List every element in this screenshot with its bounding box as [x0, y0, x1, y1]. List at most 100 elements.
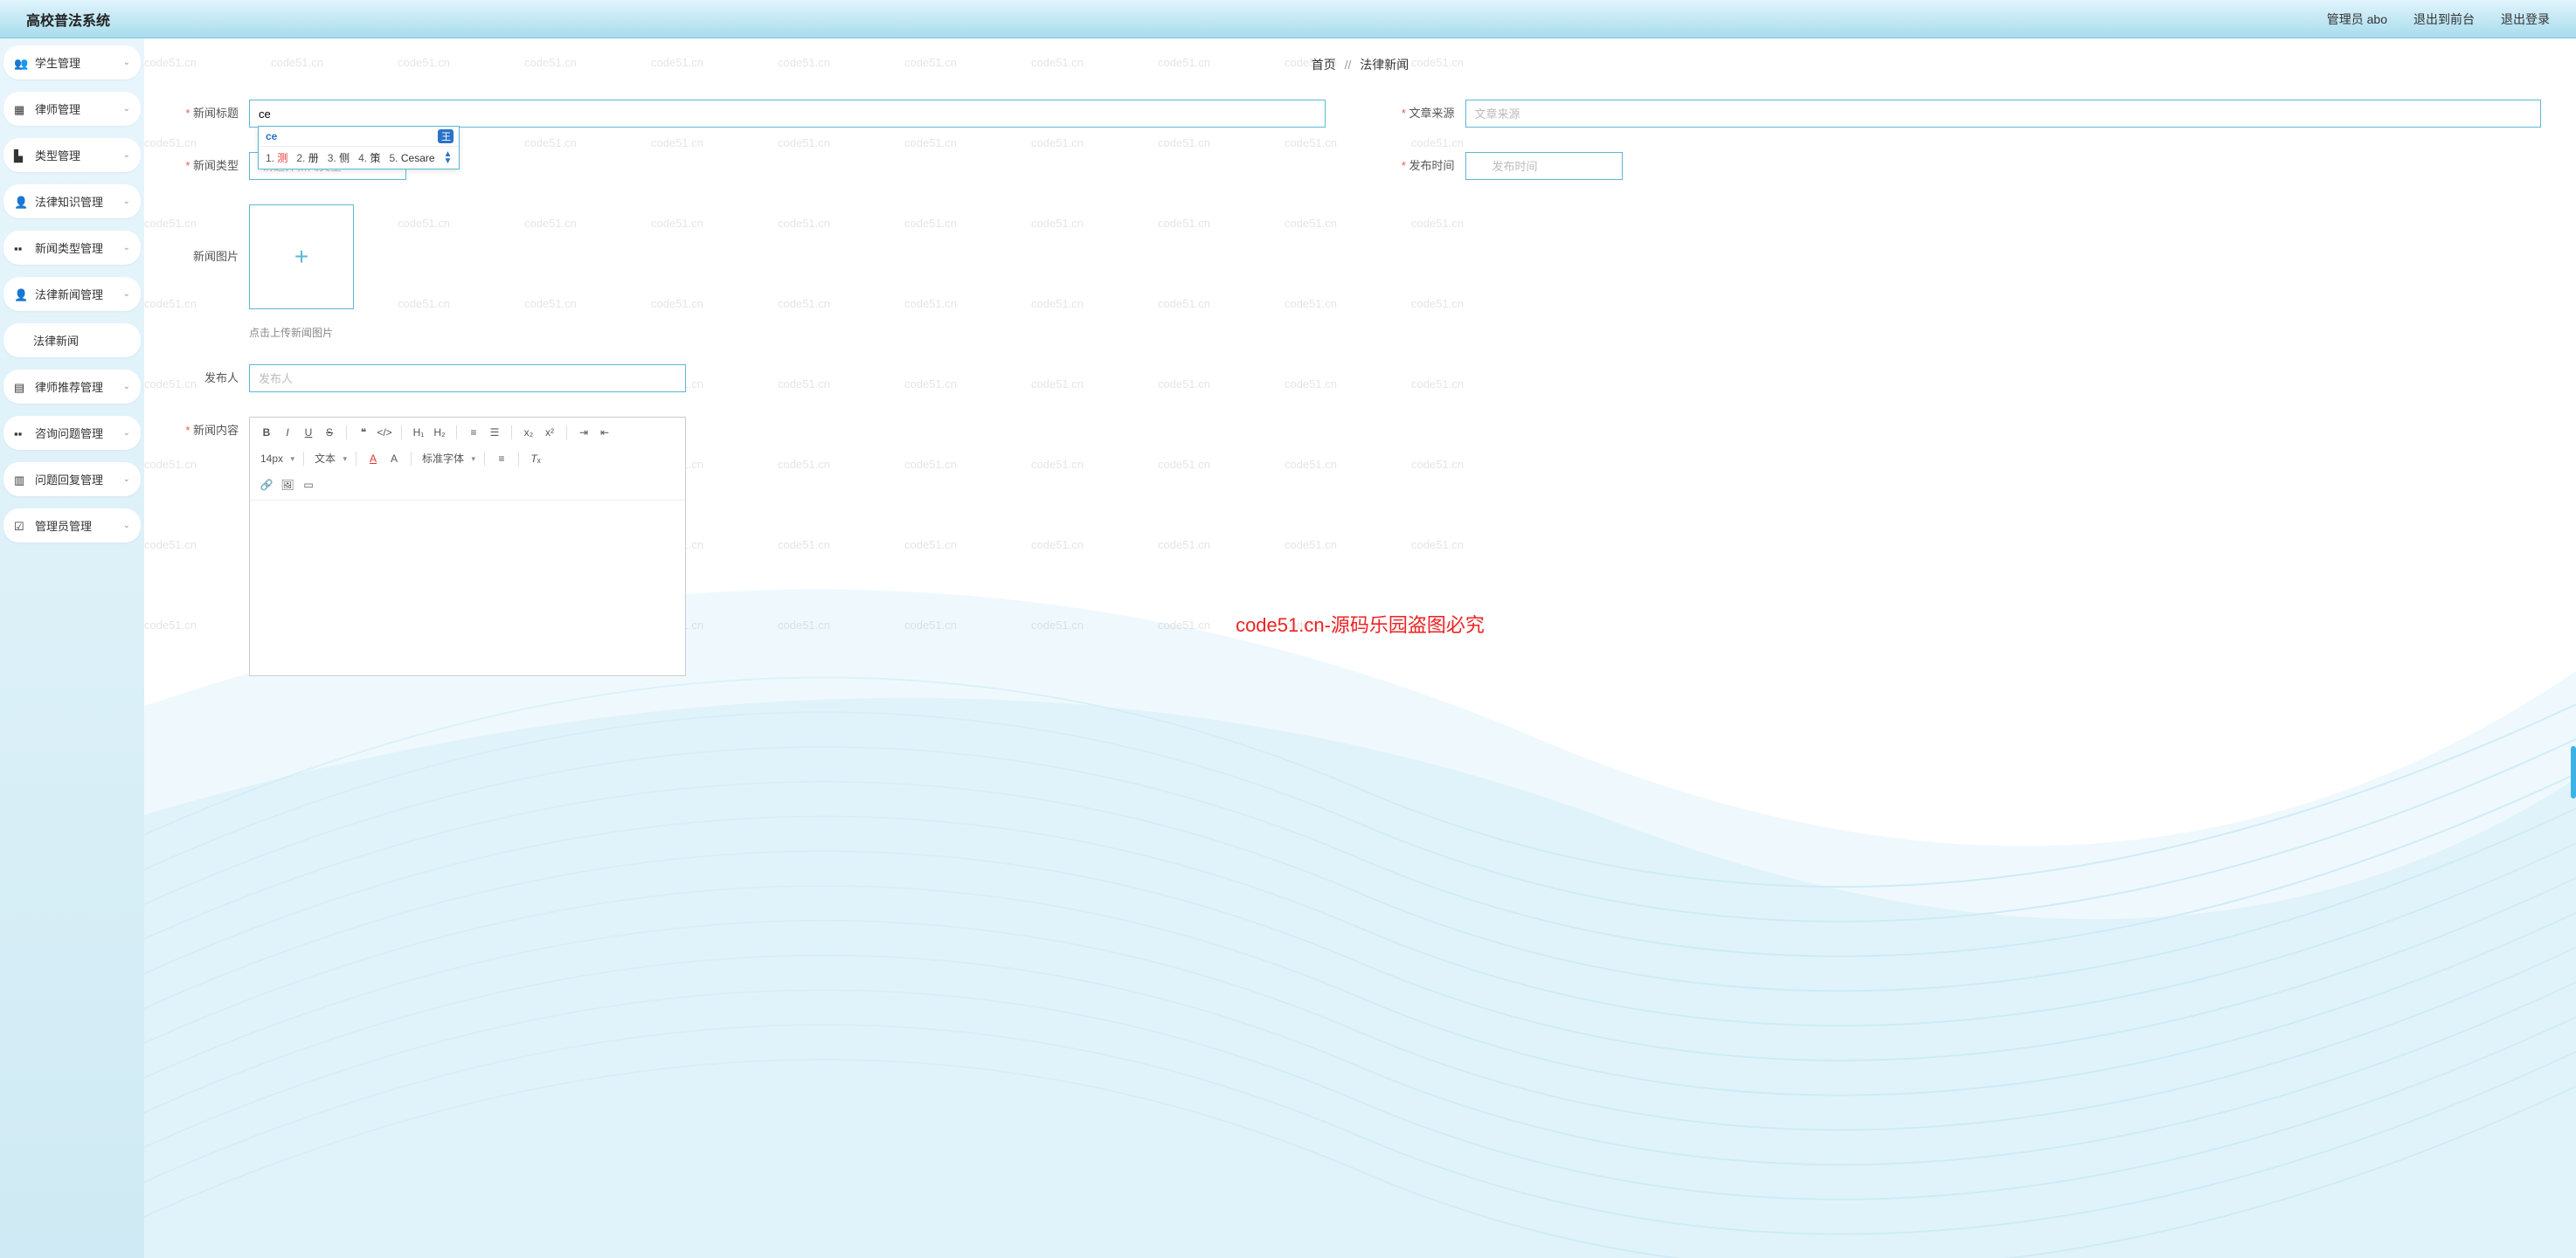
person-icon: 👤 — [14, 288, 26, 301]
chevron-down-icon: ⌄ — [123, 104, 130, 114]
rich-text-editor: B I U S ❝ </> H₁ H₂ — [249, 417, 686, 676]
sidebar: 👥学生管理⌄▦律师管理⌄▙类型管理⌄👤法律知识管理⌄▪▪新闻类型管理⌄👤法律新闻… — [0, 38, 144, 1258]
sidebar-item-label: 问题回复管理 — [35, 471, 103, 487]
label-source: 文章来源 — [1395, 100, 1465, 128]
sup-icon[interactable]: x² — [540, 423, 559, 442]
video-icon[interactable]: ▭ — [299, 475, 318, 494]
sidebar-item[interactable]: 👤 法律新闻管理 ⌄ — [3, 277, 141, 311]
link-icon[interactable]: 🔗 — [257, 475, 276, 494]
header-actions: 管理员 abo 退出到前台 退出登录 — [2327, 10, 2550, 28]
breadcrumb-current: 法律新闻 — [1360, 58, 1409, 72]
outdent-icon[interactable]: ⇤ — [595, 423, 614, 442]
ime-popup: ce 王 1. 测 2. 册 3. 侧 4. 策 5. Cesare ▲▼ — [258, 126, 460, 169]
underline-icon[interactable]: U — [299, 423, 318, 442]
users-icon: 👥 — [14, 57, 26, 69]
label-image: 新闻图片 — [179, 204, 249, 309]
sidebar-subitem[interactable]: 法律新闻 — [3, 323, 141, 357]
ime-badge-icon: 王 — [438, 129, 454, 143]
ime-page-arrows[interactable]: ▲▼ — [444, 151, 453, 165]
input-publisher[interactable] — [249, 364, 686, 392]
upload-image-box[interactable]: + — [249, 204, 354, 309]
chevron-down-icon: ⌄ — [123, 382, 130, 391]
text-color-icon[interactable]: A — [364, 449, 383, 468]
h1-icon[interactable]: H₁ — [409, 423, 428, 442]
sidebar-item-label: 法律新闻管理 — [35, 286, 103, 302]
app-title: 高校普法系统 — [26, 9, 110, 30]
breadcrumb-home[interactable]: 首页 — [1312, 58, 1336, 72]
sidebar-item-label: 律师推荐管理 — [35, 378, 103, 395]
sidebar-item[interactable]: 👤法律知识管理⌄ — [3, 184, 141, 218]
ime-candidate[interactable]: 5. Cesare — [390, 152, 435, 164]
chevron-down-icon: ⌄ — [123, 243, 130, 252]
chevron-down-icon: ⌄ — [123, 197, 130, 206]
font-size-select[interactable]: 14px — [257, 449, 296, 468]
sidebar-item[interactable]: ☑ 管理员管理 ⌄ — [3, 508, 141, 543]
sidebar-item[interactable]: ▙类型管理⌄ — [3, 138, 141, 172]
plus-icon: + — [294, 243, 308, 271]
book-icon: ▤ — [14, 381, 26, 393]
ime-candidate[interactable]: 4. 策 — [358, 150, 380, 165]
sidebar-item[interactable]: ▥问题回复管理⌄ — [3, 462, 141, 496]
indent-icon[interactable]: ⇥ — [574, 423, 593, 442]
row-news-title: 新闻标题 ce 王 1. 测2. 册3. 侧4. 策5. Cesare▲▼ — [179, 100, 1326, 128]
editor-body[interactable] — [250, 501, 685, 675]
sidebar-item[interactable]: ▪▪新闻类型管理⌄ — [3, 231, 141, 265]
ime-candidate[interactable]: 3. 侧 — [328, 150, 350, 165]
logout-link[interactable]: 退出登录 — [2501, 10, 2550, 28]
row-publisher: 发布人 — [179, 364, 2541, 392]
scrollbar-thumb[interactable] — [2571, 746, 2576, 798]
label-content: 新闻内容 — [179, 417, 249, 445]
ime-typed: ce — [264, 128, 279, 144]
user-label[interactable]: 管理员 abo — [2327, 10, 2387, 28]
label-publisher: 发布人 — [179, 364, 249, 392]
grid4-icon: ▪▪ — [14, 427, 26, 439]
sub-icon[interactable]: x₂ — [519, 423, 538, 442]
code-icon[interactable]: </> — [375, 423, 394, 442]
align-icon[interactable]: ≡ — [492, 449, 511, 468]
ul-icon[interactable]: ☰ — [485, 423, 504, 442]
sidebar-item-label: 律师管理 — [35, 100, 80, 117]
sidebar-item[interactable]: ▤ 律师推荐管理 ⌄ — [3, 370, 141, 404]
ol-icon[interactable]: ≡ — [464, 423, 483, 442]
chevron-down-icon: ⌄ — [123, 58, 130, 67]
input-publish-time[interactable] — [1465, 152, 1623, 180]
block-type-select[interactable]: 文本 — [311, 449, 349, 468]
sidebar-item-label: 咨询问题管理 — [35, 425, 103, 441]
strike-icon[interactable]: S — [320, 423, 339, 442]
std-font-select[interactable]: 标准字体 — [419, 449, 477, 468]
sidebar-item-label: 类型管理 — [35, 147, 80, 163]
label-type: 新闻类型 — [179, 152, 249, 180]
ime-candidate[interactable]: 1. 测 — [266, 150, 287, 165]
image-icon[interactable]: 🖼 — [278, 475, 297, 494]
row-content: 新闻内容 B I U S ❝ </ — [179, 417, 2541, 676]
header: 高校普法系统 管理员 abo 退出到前台 退出登录 — [0, 0, 2576, 38]
form: 新闻标题 ce 王 1. 测 2. 册 3. 侧 4. 策 5. Cesare ▲▼ — [179, 100, 2541, 676]
input-news-title[interactable] — [249, 100, 1326, 128]
label-news-title: 新闻标题 — [179, 100, 249, 128]
sidebar-item-label: 管理员管理 — [35, 517, 92, 534]
sidebar-item[interactable]: ▦律师管理⌄ — [3, 92, 141, 126]
grid4-icon: ▪▪ — [14, 242, 26, 254]
editor-toolbar: B I U S ❝ </> H₁ H₂ — [250, 418, 685, 501]
label-publish-time: 发布时间 — [1395, 152, 1465, 180]
clear-format-icon[interactable]: Tₓ — [526, 449, 545, 468]
h2-icon[interactable]: H₂ — [430, 423, 449, 442]
sidebar-item-label: 法律新闻 — [33, 332, 79, 349]
row-source: 文章来源 — [1395, 100, 2542, 128]
note-icon: ▥ — [14, 473, 26, 486]
chevron-down-icon: ⌄ — [123, 289, 130, 299]
check-icon: ☑ — [14, 520, 26, 532]
sidebar-item[interactable]: ▪▪咨询问题管理⌄ — [3, 416, 141, 450]
italic-icon[interactable]: I — [278, 423, 297, 442]
upload-hint: 点击上传新闻图片 — [249, 325, 2541, 340]
to-front-link[interactable]: 退出到前台 — [2413, 10, 2475, 28]
quote-icon[interactable]: ❝ — [354, 423, 373, 442]
breadcrumb: 首页 // 法律新闻 — [179, 56, 2541, 73]
input-source[interactable] — [1465, 100, 2542, 128]
sidebar-item[interactable]: 👥 学生管理 ⌄ — [3, 45, 141, 79]
bold-icon[interactable]: B — [257, 423, 276, 442]
chevron-down-icon: ⌄ — [123, 521, 130, 530]
ime-candidate[interactable]: 2. 册 — [296, 150, 318, 165]
sidebar-item-label: 学生管理 — [35, 54, 80, 71]
bg-color-icon[interactable]: A — [384, 449, 404, 468]
